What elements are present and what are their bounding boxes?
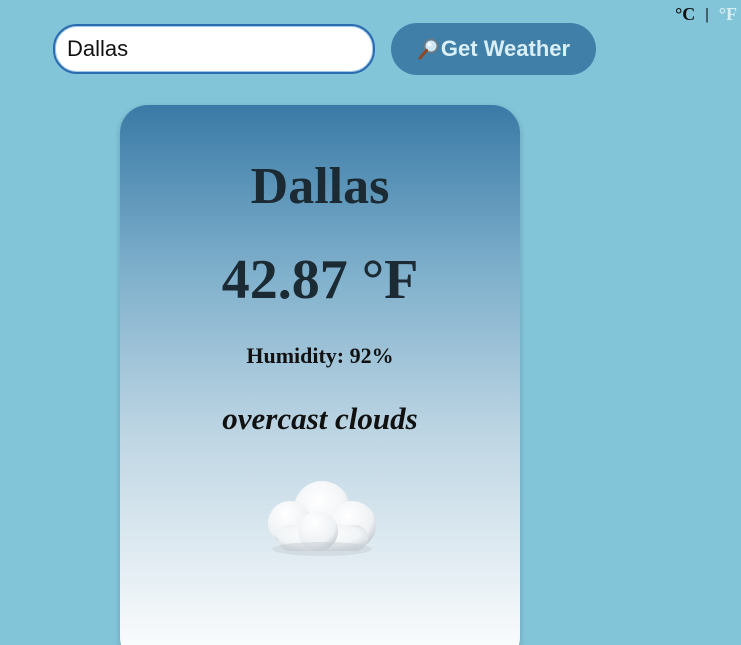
celsius-toggle[interactable]: °C <box>675 4 695 25</box>
weather-description: overcast clouds <box>222 401 418 436</box>
unit-toggle: °C | °F <box>675 4 737 25</box>
city-search-input[interactable] <box>53 24 375 74</box>
humidity: Humidity: 92% <box>246 343 394 368</box>
cloud-icon <box>260 473 382 563</box>
temperature: 42.87 °F <box>221 249 419 311</box>
fahrenheit-toggle[interactable]: °F <box>719 4 737 25</box>
get-weather-label: Get Weather <box>440 36 571 61</box>
weather-app: °C | °F Get Weather Dallas 42.87 °F Humi… <box>0 0 741 645</box>
city-name: Dallas <box>250 158 390 215</box>
magnifying-glass-icon <box>417 37 441 61</box>
get-weather-button[interactable]: Get Weather <box>391 23 596 75</box>
weather-card: Dallas 42.87 °F Humidity: 92% overcast c… <box>120 105 520 645</box>
unit-separator: | <box>705 5 709 23</box>
